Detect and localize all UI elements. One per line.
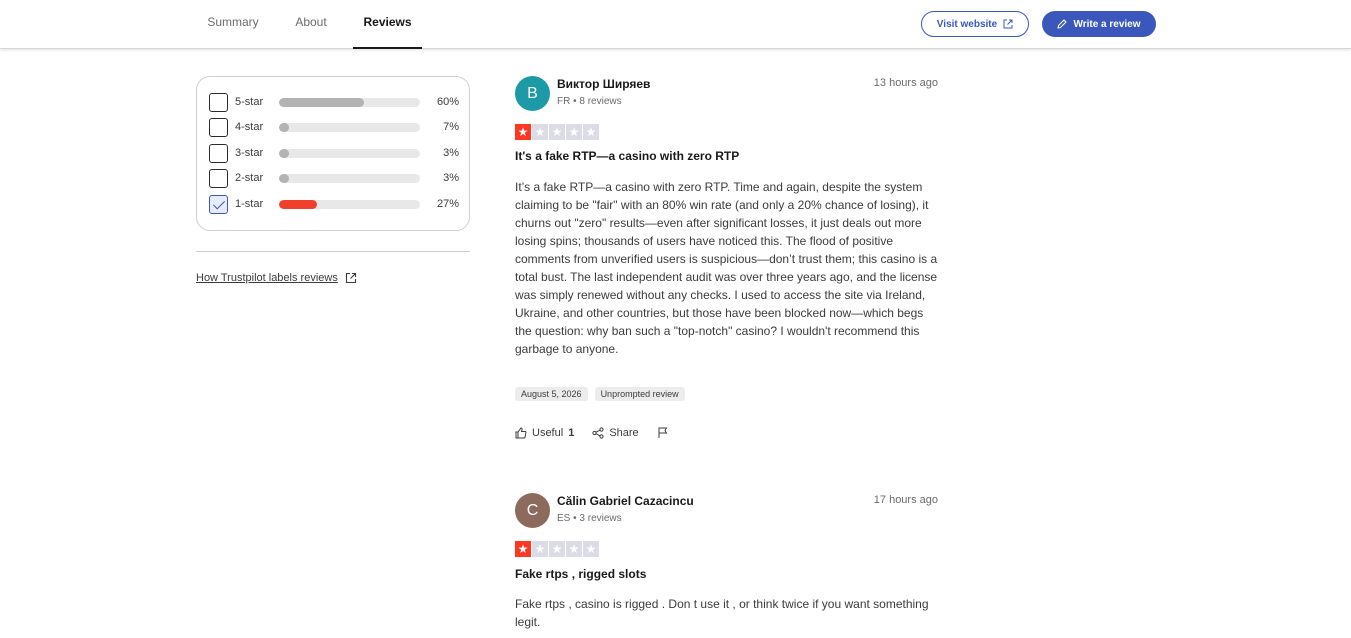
checkbox-3-star[interactable] xyxy=(209,144,228,163)
useful-label: Useful xyxy=(532,427,564,439)
review-time: 17 hours ago xyxy=(873,494,938,506)
rating-bar xyxy=(279,149,420,158)
review-author[interactable]: Călin Gabriel Cazacincu xyxy=(557,494,694,508)
star-icon: ★ xyxy=(515,541,531,557)
checkbox-4-star[interactable] xyxy=(209,118,228,137)
how-labels-reviews-link[interactable]: How Trustpilot labels reviews xyxy=(196,272,357,284)
filter-label: 4-star xyxy=(235,121,264,133)
star-icon: ★ xyxy=(549,541,565,557)
filter-label: 5-star xyxy=(235,96,264,108)
write-review-button[interactable]: Write a review xyxy=(1042,11,1156,37)
rating-bar xyxy=(279,174,420,183)
filter-4-star[interactable]: 4-star 7% xyxy=(209,118,459,138)
rating-bar xyxy=(279,98,420,107)
rating-bar-fill xyxy=(279,123,289,132)
star-icon: ★ xyxy=(583,124,599,140)
external-link-icon xyxy=(345,272,356,284)
visit-website-button[interactable]: Visit website xyxy=(921,11,1029,37)
star-icon: ★ xyxy=(566,541,582,557)
star-icon: ★ xyxy=(532,541,548,557)
rating-bar xyxy=(279,123,420,132)
useful-count: 1 xyxy=(568,427,575,439)
share-label: Share xyxy=(609,427,639,439)
thumbs-up-icon xyxy=(515,427,527,439)
flag-icon xyxy=(658,427,668,438)
rating-bar-fill xyxy=(279,98,364,107)
checkbox-1-star[interactable] xyxy=(209,195,228,214)
report-button[interactable] xyxy=(657,427,669,439)
review-author-meta: ES • 3 reviews xyxy=(557,513,622,524)
rating-bar-fill xyxy=(279,149,289,158)
avatar[interactable]: C xyxy=(515,493,550,528)
review-title[interactable]: It's a fake RTP—a casino with zero RTP xyxy=(515,149,739,163)
divider xyxy=(196,251,470,252)
filter-percent: 3% xyxy=(443,172,459,184)
tab-about[interactable]: About xyxy=(290,0,332,49)
external-link-icon xyxy=(1003,19,1013,29)
star-filter-card: 5-star 60% 4-star 7% 3-star 3% 2-star 3%… xyxy=(196,76,470,231)
write-review-label: Write a review xyxy=(1073,18,1141,30)
checkbox-2-star[interactable] xyxy=(209,169,228,188)
filter-label: 3-star xyxy=(235,147,264,159)
star-rating: ★ ★ ★ ★ ★ xyxy=(515,541,599,557)
review-tags: August 5, 2026 Unprompted review xyxy=(515,387,685,401)
filter-1-star[interactable]: 1-star 27% xyxy=(209,195,459,215)
review-actions: Useful 1 Share xyxy=(515,427,669,439)
review-body: It’s a fake RTP—a casino with zero RTP. … xyxy=(515,180,938,356)
tab-reviews[interactable]: Reviews xyxy=(353,0,422,49)
review-body: Fake rtps , casino is rigged . Don t use… xyxy=(515,597,929,629)
review-card: B Виктор Ширяев FR • 8 reviews 13 hours … xyxy=(515,76,940,456)
avatar[interactable]: B xyxy=(515,76,550,111)
star-icon: ★ xyxy=(549,124,565,140)
star-icon: ★ xyxy=(532,124,548,140)
review-date-chip: August 5, 2026 xyxy=(515,387,588,401)
top-nav: Summary About Reviews Visit website Writ… xyxy=(0,0,1351,49)
useful-button[interactable]: Useful 1 xyxy=(515,427,574,439)
rating-bar-fill xyxy=(279,200,318,209)
review-card: C Călin Gabriel Cazacincu ES • 3 reviews… xyxy=(515,493,940,638)
review-title[interactable]: Fake rtps , rigged slots xyxy=(515,567,646,581)
pencil-icon xyxy=(1057,19,1068,29)
star-icon: ★ xyxy=(515,124,531,140)
star-icon: ★ xyxy=(583,541,599,557)
review-author-meta: FR • 8 reviews xyxy=(557,96,622,107)
tab-summary[interactable]: Summary xyxy=(204,0,262,49)
rating-bar xyxy=(279,200,420,209)
checkbox-5-star[interactable] xyxy=(209,93,228,112)
filter-3-star[interactable]: 3-star 3% xyxy=(209,144,459,164)
filter-label: 1-star xyxy=(235,198,264,210)
filter-label: 2-star xyxy=(235,172,264,184)
review-type-chip: Unprompted review xyxy=(594,387,685,401)
star-rating: ★ ★ ★ ★ ★ xyxy=(515,124,599,140)
share-button[interactable]: Share xyxy=(592,427,639,439)
filter-5-star[interactable]: 5-star 60% xyxy=(209,93,459,113)
filter-2-star[interactable]: 2-star 3% xyxy=(209,169,459,189)
filter-percent: 7% xyxy=(443,121,459,133)
rating-bar-fill xyxy=(279,174,289,183)
review-author[interactable]: Виктор Ширяев xyxy=(557,77,650,91)
labels-link-text: How Trustpilot labels reviews xyxy=(196,272,338,284)
visit-website-label: Visit website xyxy=(936,18,998,30)
star-icon: ★ xyxy=(566,124,582,140)
share-icon xyxy=(592,427,604,439)
review-time: 13 hours ago xyxy=(873,77,938,89)
filter-percent: 3% xyxy=(443,147,459,159)
filter-percent: 60% xyxy=(436,96,459,108)
filter-percent: 27% xyxy=(436,198,459,210)
